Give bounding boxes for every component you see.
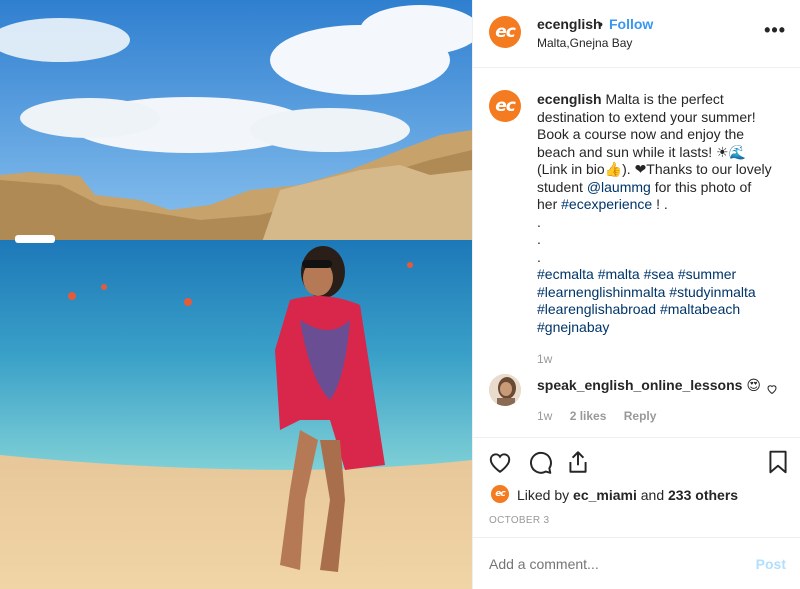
comment-bubble-icon[interactable] <box>527 449 553 475</box>
header-username[interactable]: ecenglish <box>537 16 602 32</box>
caption-timestamp[interactable]: 1w <box>537 352 552 366</box>
more-options-icon[interactable]: ••• <box>764 20 786 41</box>
add-comment-input[interactable] <box>489 556 749 572</box>
post-header: ec ecenglish • Follow Malta,Gnejna Bay •… <box>473 0 800 68</box>
post-date[interactable]: OCTOBER 3 <box>489 515 549 526</box>
caption-text: (Link in bio👍). ❤Thanks to our lovely <box>537 161 772 177</box>
mention-link[interactable]: @laummg <box>587 179 651 195</box>
post-side-panel: ec ecenglish • Follow Malta,Gnejna Bay •… <box>472 0 800 589</box>
liker-avatar[interactable]: ec <box>491 485 509 503</box>
location-link[interactable]: Malta,Gnejna Bay <box>537 36 632 50</box>
hashtag-links[interactable]: #gnejnabay <box>537 319 777 337</box>
liker-username[interactable]: ec_miami <box>573 487 637 503</box>
caption-text: for this photo of <box>650 178 752 195</box>
commenter-username[interactable]: speak_english_online_lessons <box>537 377 742 393</box>
likes-summary: Liked by ec_miami and 233 others <box>517 487 738 503</box>
caption-text: destination to extend your summer! <box>537 108 756 125</box>
post-comment-button[interactable]: Post <box>756 556 786 572</box>
caption-dot: . <box>537 231 541 247</box>
divider <box>473 537 800 538</box>
comment-text: 😍 <box>746 377 761 393</box>
hashtag-links[interactable]: #learenglishabroad #maltabeach <box>537 301 777 319</box>
caption-dot: . <box>537 248 541 265</box>
follow-separator: • <box>598 16 603 32</box>
beach-photo-illustration <box>0 0 472 589</box>
reply-button[interactable]: Reply <box>624 409 657 423</box>
caption-text: student <box>537 178 587 195</box>
hashtag-links[interactable]: #learnenglishinmalta #studyinmalta <box>537 284 777 302</box>
ecenglish-avatar[interactable]: ec <box>489 16 521 48</box>
likes-count-link[interactable]: 233 others <box>668 487 738 503</box>
caption-text: beach and sun while it lasts! ☀🌊 <box>537 143 746 160</box>
divider <box>473 437 800 438</box>
post-photo[interactable] <box>0 0 472 589</box>
likes-middle: and <box>636 487 669 503</box>
comment-meta: 1w 2 likes Reply <box>537 409 670 423</box>
hashtag-links[interactable]: #ecmalta #malta #sea #summer <box>537 266 777 284</box>
caption-text: her <box>537 196 562 212</box>
caption-username[interactable]: ecenglish <box>537 91 602 107</box>
share-icon[interactable] <box>565 449 591 475</box>
comment-like-heart-icon[interactable] <box>766 383 778 395</box>
caption-text: ! . <box>652 196 668 212</box>
comment-timestamp[interactable]: 1w <box>537 409 552 423</box>
commenter-avatar[interactable] <box>489 374 521 406</box>
comment-likes-link[interactable]: 2 likes <box>570 409 607 423</box>
hashtag-link[interactable]: #ecexperience <box>561 196 652 212</box>
comment-row: speak_english_online_lessons 😍 <box>537 377 761 394</box>
post-caption: ecenglish Malta is the perfect destinati… <box>537 91 777 336</box>
likes-prefix: Liked by <box>517 487 574 503</box>
caption-text: Book a course now and enjoy the <box>537 126 745 142</box>
like-heart-icon[interactable] <box>487 449 513 475</box>
caption-text: Malta is the perfect <box>605 91 724 107</box>
save-bookmark-icon[interactable] <box>765 449 791 475</box>
follow-button[interactable]: Follow <box>609 16 653 32</box>
caption-dot: . <box>537 213 541 230</box>
caption-avatar[interactable]: ec <box>489 90 521 122</box>
